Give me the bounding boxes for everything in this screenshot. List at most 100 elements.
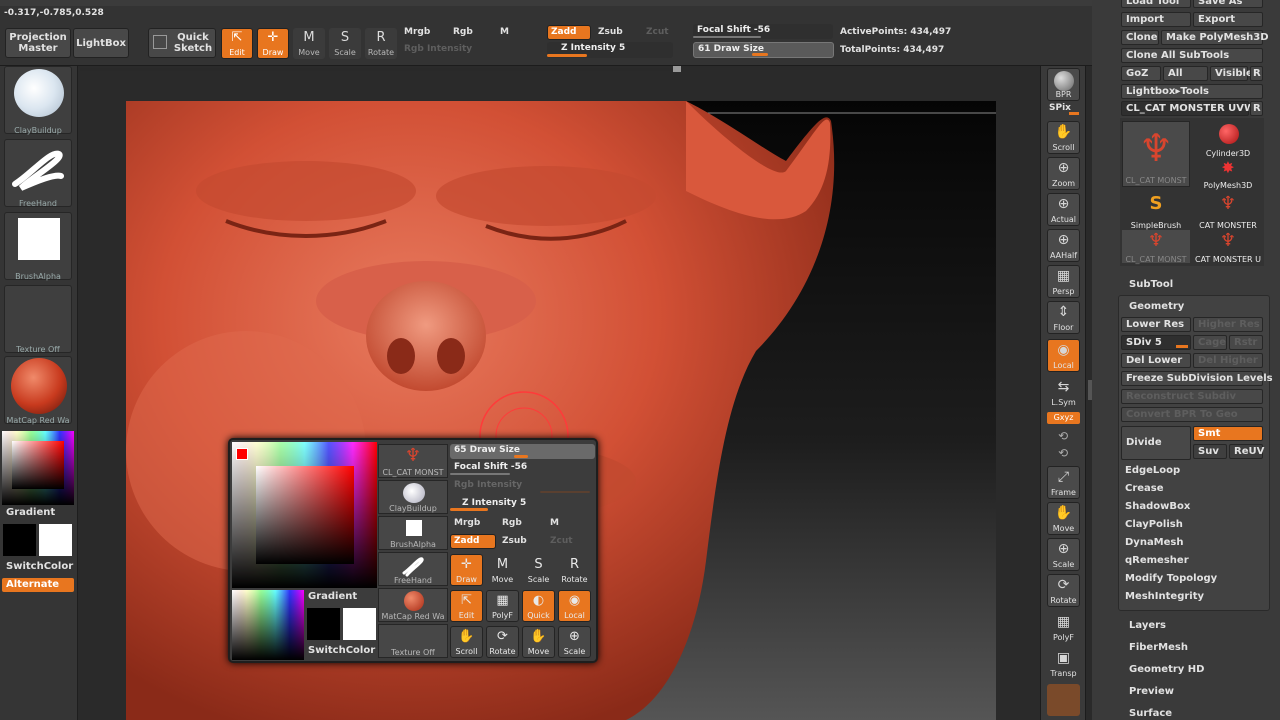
zadd-button[interactable]: Zadd [547,25,591,40]
spix-slider[interactable]: SPix [1049,103,1071,113]
draw-size-slider[interactable]: 61 Draw Size [693,42,834,58]
axis-rotate-icons[interactable]: ⟲ ⟲ [1055,428,1071,462]
popup-zsub-button[interactable]: Zsub [502,536,527,546]
toolbar-scroll[interactable] [80,68,680,71]
scroll-button[interactable]: ✋ Scroll [1047,121,1080,154]
move-mode-button[interactable]: M Move [293,28,325,59]
higher-res-button[interactable]: Higher Res [1193,317,1263,332]
z-intensity-slider[interactable]: Z Intensity 5 [547,42,673,58]
popup-rgb-button[interactable]: Rgb [502,518,522,528]
focal-shift-slider[interactable]: Focal Shift -56 [693,24,833,39]
reuv-button[interactable]: ReUV [1229,444,1264,459]
local-button[interactable]: ◉ Local [1047,339,1080,372]
secondary-color-swatch[interactable] [3,524,36,556]
zoom-button[interactable]: ⊕ Zoom [1047,157,1080,190]
tool-thumb-cat-monster-u[interactable]: ♆ CAT MONSTER U [1194,230,1262,264]
aahalf-button[interactable]: ⊕ AAHalf [1047,229,1080,262]
popup-zcut-button[interactable]: Zcut [550,536,573,546]
rstr-button[interactable]: Rstr [1229,335,1263,350]
alpha-thumbnail[interactable]: BrushAlpha [4,212,72,281]
quick-sketch-button[interactable]: Quick Sketch [148,28,216,58]
color-picker-square[interactable] [12,441,64,489]
scale-button[interactable]: ⊕ Scale [1047,538,1080,571]
projection-master-button[interactable]: Projection Master [5,28,71,58]
popup-mrgb-button[interactable]: Mrgb [454,518,480,528]
tool-thumb-cylinder3d[interactable]: Cylinder3D [1194,121,1262,158]
current-tool-slider[interactable]: CL_CAT MONSTER UVW. [1121,101,1258,116]
cage-button[interactable]: Cage [1193,335,1227,350]
popup-alpha-thumb[interactable]: BrushAlpha [378,516,448,550]
zsub-button[interactable]: Zsub [598,27,623,37]
zcut-button[interactable]: Zcut [646,27,669,37]
main-color-swatch[interactable] [39,524,72,556]
gradient-label[interactable]: Gradient [6,507,55,518]
freeze-subdivision-button[interactable]: Freeze SubDivision Levels [1121,371,1273,386]
mrgb-button[interactable]: Mrgb [404,27,430,37]
export-button[interactable]: Export [1193,12,1263,27]
popup-color-square[interactable] [256,466,354,564]
del-higher-button[interactable]: Del Higher [1193,353,1263,368]
make-polymesh-button[interactable]: Make PolyMesh3D [1161,30,1269,45]
goz-visible-button[interactable]: Visible [1210,66,1253,81]
popup-move-view-button[interactable]: ✋ Move [522,626,555,658]
tool-thumb-simplebrush[interactable]: S SimpleBrush [1122,193,1190,230]
clone-button[interactable]: Clone [1121,30,1159,45]
edgeloop-section[interactable]: EdgeLoop [1125,465,1180,476]
divide-button[interactable]: Divide [1121,426,1191,460]
dynamesh-section[interactable]: DynaMesh [1125,537,1184,548]
popup-focal-shift-slider[interactable]: Focal Shift -56 [450,461,595,476]
popup-color-strip[interactable] [232,590,304,660]
goz-button[interactable]: GoZ [1121,66,1161,81]
tool-thumb-cl-cat-monster-2[interactable]: ♆ CL_CAT MONST [1122,230,1190,264]
rotate-button[interactable]: ⟳ Rotate [1047,574,1080,607]
popup-draw-size-slider[interactable]: 65 Draw Size [450,444,595,459]
popup-zadd-button[interactable]: Zadd [450,534,496,549]
lightbox-button[interactable]: LightBox [73,28,129,58]
del-lower-button[interactable]: Del Lower [1121,353,1191,368]
lightbox-tools-button[interactable]: Lightbox▸Tools [1121,84,1263,99]
tool-thumb-cl-cat-monster[interactable]: ♆ CL_CAT MONST [1122,121,1190,187]
material-thumbnail[interactable]: MatCap Red Wa [4,356,72,425]
edit-mode-button[interactable]: ⇱ Edit [221,28,253,59]
fibermesh-section[interactable]: FiberMesh [1129,642,1188,653]
actual-button[interactable]: ⊕ Actual [1047,193,1080,226]
color-picker[interactable] [2,431,74,505]
popup-gradient-label[interactable]: Gradient [308,591,357,602]
tool-thumb-cat-monster[interactable]: ♆ CAT MONSTER [1194,193,1262,230]
load-tool-button[interactable]: Load Tool [1121,0,1191,8]
subtool-section[interactable]: SubTool [1129,279,1173,290]
texture-thumbnail[interactable]: Texture Off [4,285,72,354]
popup-brush-thumb[interactable]: ClayBuildup [378,480,448,514]
m-button[interactable]: M [500,27,509,37]
polyf-button[interactable]: ▦ PolyF [1047,611,1080,644]
transp-button[interactable]: ▣ Transp [1047,647,1080,680]
goz-r-button[interactable]: R [1250,66,1263,81]
toolbar-scroll-handle[interactable] [673,66,681,72]
geometry-section-title[interactable]: Geometry [1129,301,1184,312]
floor-button[interactable]: ⇕ Floor [1047,301,1080,334]
persp-button[interactable]: ▦ Persp [1047,265,1080,298]
popup-scroll-button[interactable]: ✋ Scroll [450,626,483,658]
import-button[interactable]: Import [1121,12,1191,27]
modify-topology-section[interactable]: Modify Topology [1125,573,1217,584]
stroke-thumbnail[interactable]: FreeHand [4,139,72,208]
popup-material-thumb[interactable]: MatCap Red Wa [378,588,448,622]
popup-quick-button[interactable]: ◐ Quick [522,590,555,622]
popup-move-button[interactable]: M Move [486,554,519,586]
popup-local-button[interactable]: ◉ Local [558,590,591,622]
popup-scale-view-button[interactable]: ⊕ Scale [558,626,591,658]
draw-mode-button[interactable]: ✛ Draw [257,28,289,59]
popup-texture-thumb[interactable]: Texture Off [378,624,448,658]
move-button[interactable]: ✋ Move [1047,502,1080,535]
switchcolor-button[interactable]: SwitchColor [6,561,73,572]
popup-tool-thumb[interactable]: ♆ CL_CAT MONST [378,444,448,478]
popup-z-intensity-slider[interactable]: Z Intensity 5 [450,497,595,512]
popup-rotate-button[interactable]: R Rotate [558,554,591,586]
popup-rgb-intensity-slider[interactable]: Rgb Intensity [450,479,595,494]
lower-res-button[interactable]: Lower Res [1121,317,1191,332]
preview-section[interactable]: Preview [1129,686,1174,697]
goz-all-button[interactable]: All [1163,66,1208,81]
scale-mode-button[interactable]: S Scale [329,28,361,59]
reconstruct-subdiv-button[interactable]: Reconstruct Subdiv [1121,389,1263,404]
qremesher-section[interactable]: qRemesher [1125,555,1189,566]
